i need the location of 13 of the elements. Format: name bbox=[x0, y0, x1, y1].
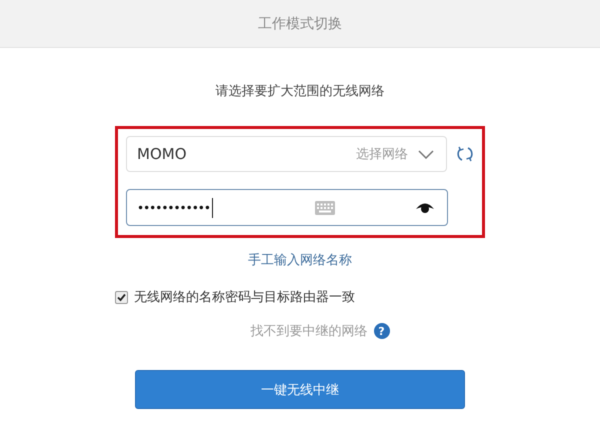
refresh-icon[interactable] bbox=[456, 145, 474, 163]
prompt-text: 请选择要扩大范围的无线网络 bbox=[216, 83, 384, 100]
relay-button[interactable]: 一键无线中继 bbox=[135, 370, 465, 409]
chevron-down-icon bbox=[418, 150, 434, 158]
eye-icon[interactable] bbox=[414, 201, 434, 214]
checkbox-label: 无线网络的名称密码与目标路由器一致 bbox=[134, 289, 355, 306]
help-icon[interactable]: ? bbox=[374, 323, 390, 339]
help-text: 找不到要中继的网络 bbox=[250, 323, 368, 340]
network-select[interactable]: MOMO 选择网络 bbox=[126, 136, 447, 172]
password-field[interactable]: •••••••••••• bbox=[126, 189, 448, 226]
manual-entry-link[interactable]: 手工输入网络名称 bbox=[248, 251, 352, 269]
window-title: 工作模式切换 bbox=[258, 14, 342, 32]
checkbox[interactable] bbox=[115, 290, 128, 304]
